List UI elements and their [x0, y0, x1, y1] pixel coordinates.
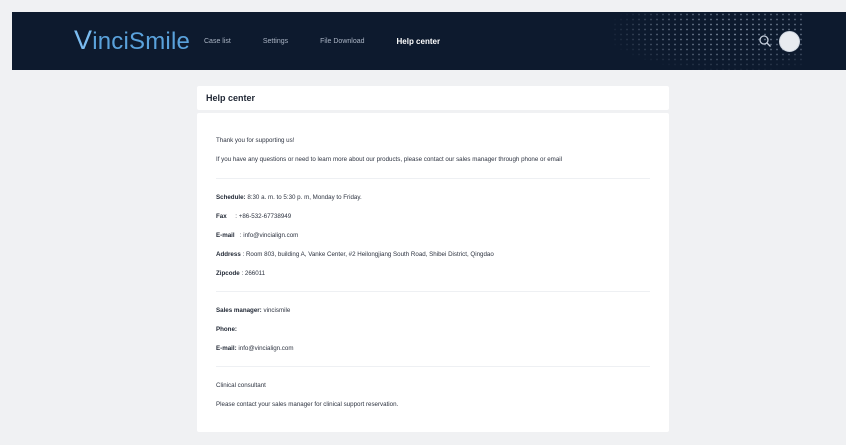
search-icon[interactable] — [758, 34, 772, 48]
email-label: E-mail — [216, 232, 235, 239]
sales-email-row: E-mail: info@vincialign.com — [216, 345, 294, 352]
help-content-card: Thank you for supporting us! If you have… — [197, 113, 669, 432]
email-value: : info@vincialign.com — [239, 232, 299, 239]
sales-manager-row: Sales manager: vincismile — [216, 307, 290, 314]
divider — [216, 291, 650, 292]
page-title: Help center — [206, 93, 256, 103]
sales-email-value: info@vincialign.com — [238, 345, 294, 352]
top-navigation-bar: VinciSmile Case list Settings File Downl… — [12, 12, 846, 70]
main-nav: Case list Settings File Download Help ce… — [204, 12, 472, 70]
divider — [216, 178, 650, 179]
nav-case-list[interactable]: Case list — [204, 38, 231, 45]
phone-label: Phone: — [216, 326, 237, 333]
clinical-text: Please contact your sales manager for cl… — [216, 401, 399, 408]
schedule-row: Schedule: 8:30 a. m. to 5:30 p. m, Monda… — [216, 194, 362, 201]
nav-help-center[interactable]: Help center — [397, 37, 441, 46]
clinical-heading: Clinical consultant — [216, 382, 266, 389]
fax-value: : +86-532-67738949 — [235, 213, 292, 220]
decorative-dot-pattern — [612, 12, 802, 70]
schedule-value: 8:30 a. m. to 5:30 p. m, Monday to Frida… — [247, 194, 362, 201]
address-value: : Room 803, building A, Vanke Center, #2… — [242, 251, 494, 258]
nav-settings[interactable]: Settings — [263, 38, 288, 45]
vincismile-logo[interactable]: VinciSmile — [74, 25, 190, 56]
sales-email-label: E-mail: — [216, 345, 237, 352]
fax-label: Fax — [216, 213, 227, 220]
zipcode-row: Zipcode : 266011 — [216, 270, 265, 277]
schedule-label: Schedule: — [216, 194, 246, 201]
email-row: E-mail : info@vincialign.com — [216, 232, 298, 239]
nav-file-download[interactable]: File Download — [320, 38, 364, 45]
divider — [216, 366, 650, 367]
address-row: Address : Room 803, building A, Vanke Ce… — [216, 251, 494, 258]
sales-manager-label: Sales manager: — [216, 307, 262, 314]
phone-row: Phone: — [216, 326, 237, 333]
sales-manager-value: vincismile — [263, 307, 291, 314]
zipcode-label: Zipcode — [216, 270, 240, 277]
thanks-text: Thank you for supporting us! — [216, 137, 295, 144]
address-label: Address — [216, 251, 241, 258]
zipcode-value: : 266011 — [241, 270, 266, 277]
page-title-card: Help center — [197, 86, 669, 110]
fax-row: Fax : +86-532-67738949 — [216, 213, 291, 220]
contact-message: If you have any questions or need to lea… — [216, 156, 563, 163]
user-avatar[interactable] — [779, 31, 800, 52]
